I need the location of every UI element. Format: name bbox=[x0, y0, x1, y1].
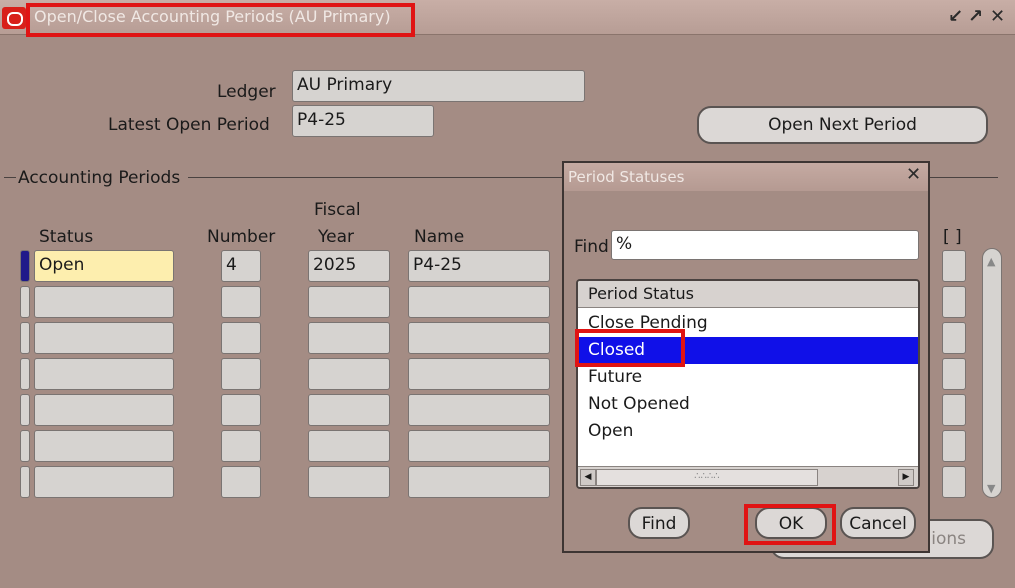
scroll-thumb[interactable]: ∴∴∴∴ bbox=[596, 469, 818, 486]
fiscal-year-field[interactable] bbox=[308, 394, 390, 426]
cancel-button[interactable]: Cancel bbox=[840, 507, 916, 539]
open-next-period-label: Open Next Period bbox=[768, 115, 917, 135]
find-button-label: Find bbox=[641, 514, 677, 534]
flexfield-header[interactable]: [ ] bbox=[943, 227, 962, 247]
scroll-up-icon[interactable]: ▲ bbox=[987, 255, 995, 268]
period-name-field[interactable] bbox=[408, 466, 550, 498]
accounting-periods-label: Accounting Periods bbox=[18, 168, 181, 188]
flexfield-cell[interactable] bbox=[942, 250, 966, 282]
flexfield-cell[interactable] bbox=[942, 394, 966, 426]
flexfield-cell[interactable] bbox=[942, 358, 966, 390]
scroll-right-icon[interactable]: ▶ bbox=[898, 469, 914, 486]
closed-highlight-box bbox=[575, 329, 685, 367]
period-name-field[interactable] bbox=[408, 286, 550, 318]
fiscal-year-field[interactable] bbox=[308, 286, 390, 318]
oracle-app-icon bbox=[2, 7, 26, 29]
title-highlight-box bbox=[26, 3, 415, 37]
number-field[interactable] bbox=[221, 466, 261, 498]
status-field[interactable] bbox=[34, 358, 174, 390]
period-status-option[interactable]: Open bbox=[578, 418, 918, 445]
period-status-option[interactable]: Future bbox=[578, 364, 918, 391]
status-field[interactable] bbox=[34, 394, 174, 426]
list-horizontal-scrollbar[interactable]: ◀ ∴∴∴∴ ▶ bbox=[578, 466, 918, 487]
col-year-header: Year bbox=[318, 227, 354, 247]
col-name-header: Name bbox=[414, 227, 465, 247]
status-field[interactable]: Open bbox=[34, 250, 174, 282]
number-field[interactable] bbox=[221, 322, 261, 354]
dialog-title: Period Statuses bbox=[568, 168, 685, 186]
fiscal-year-field[interactable] bbox=[308, 430, 390, 462]
period-status-list: Period Status Close Pending Closed Future N… bbox=[576, 279, 920, 489]
number-field[interactable] bbox=[221, 358, 261, 390]
section-divider bbox=[188, 177, 563, 178]
status-field[interactable] bbox=[34, 322, 174, 354]
ledger-field[interactable]: AU Primary bbox=[292, 70, 585, 102]
flexfield-cell[interactable] bbox=[942, 322, 966, 354]
period-name-field[interactable]: P4-25 bbox=[408, 250, 550, 282]
cancel-button-label: Cancel bbox=[849, 514, 907, 534]
scroll-down-icon[interactable]: ▼ bbox=[987, 482, 995, 495]
hidden-action-label: ions bbox=[931, 529, 966, 549]
section-divider-left bbox=[4, 177, 16, 178]
number-field[interactable]: 4 bbox=[221, 250, 261, 282]
period-name-field[interactable] bbox=[408, 322, 550, 354]
col-fiscal-header: Fiscal bbox=[314, 200, 361, 220]
number-field[interactable] bbox=[221, 430, 261, 462]
number-field[interactable] bbox=[221, 394, 261, 426]
period-name-field[interactable] bbox=[408, 430, 550, 462]
row-indicator[interactable] bbox=[20, 430, 30, 462]
period-status-option[interactable]: Not Opened bbox=[578, 391, 918, 418]
col-number-header: Number bbox=[207, 227, 276, 247]
find-button[interactable]: Find bbox=[628, 507, 690, 539]
ledger-label: Ledger bbox=[217, 82, 276, 102]
row-indicator[interactable] bbox=[20, 358, 30, 390]
flexfield-cell[interactable] bbox=[942, 466, 966, 498]
ok-highlight-box bbox=[744, 504, 836, 545]
status-field[interactable] bbox=[34, 466, 174, 498]
row-indicator[interactable] bbox=[20, 250, 30, 282]
section-divider-right bbox=[930, 177, 998, 178]
row-indicator[interactable] bbox=[20, 286, 30, 318]
open-next-period-button[interactable]: Open Next Period bbox=[697, 106, 988, 144]
fiscal-year-field[interactable] bbox=[308, 466, 390, 498]
period-name-field[interactable] bbox=[408, 358, 550, 390]
close-icon[interactable]: ✕ bbox=[990, 6, 1005, 27]
row-indicator[interactable] bbox=[20, 466, 30, 498]
list-header-label: Period Status bbox=[588, 284, 694, 303]
period-name-field[interactable] bbox=[408, 394, 550, 426]
fiscal-year-field[interactable]: 2025 bbox=[308, 250, 390, 282]
maximize-icon[interactable]: ↗ bbox=[968, 6, 983, 27]
list-header: Period Status bbox=[578, 281, 918, 308]
latest-open-period-label: Latest Open Period bbox=[108, 115, 270, 135]
minimize-icon[interactable]: ↙ bbox=[948, 6, 963, 27]
find-input[interactable]: % bbox=[611, 230, 919, 260]
fiscal-year-field[interactable] bbox=[308, 358, 390, 390]
dialog-close-icon[interactable]: ✕ bbox=[906, 164, 921, 185]
number-field[interactable] bbox=[221, 286, 261, 318]
grid-vertical-scrollbar[interactable] bbox=[982, 248, 1002, 498]
flexfield-cell[interactable] bbox=[942, 286, 966, 318]
status-field[interactable] bbox=[34, 430, 174, 462]
fiscal-year-field[interactable] bbox=[308, 322, 390, 354]
status-field[interactable] bbox=[34, 286, 174, 318]
latest-open-period-field[interactable]: P4-25 bbox=[292, 105, 434, 137]
row-indicator[interactable] bbox=[20, 394, 30, 426]
period-statuses-dialog: Period Statuses ✕ Find % Period Status C… bbox=[562, 161, 930, 553]
scroll-left-icon[interactable]: ◀ bbox=[580, 469, 596, 486]
row-indicator[interactable] bbox=[20, 322, 30, 354]
flexfield-cell[interactable] bbox=[942, 430, 966, 462]
find-label: Find bbox=[574, 237, 609, 257]
col-status-header: Status bbox=[39, 227, 94, 247]
